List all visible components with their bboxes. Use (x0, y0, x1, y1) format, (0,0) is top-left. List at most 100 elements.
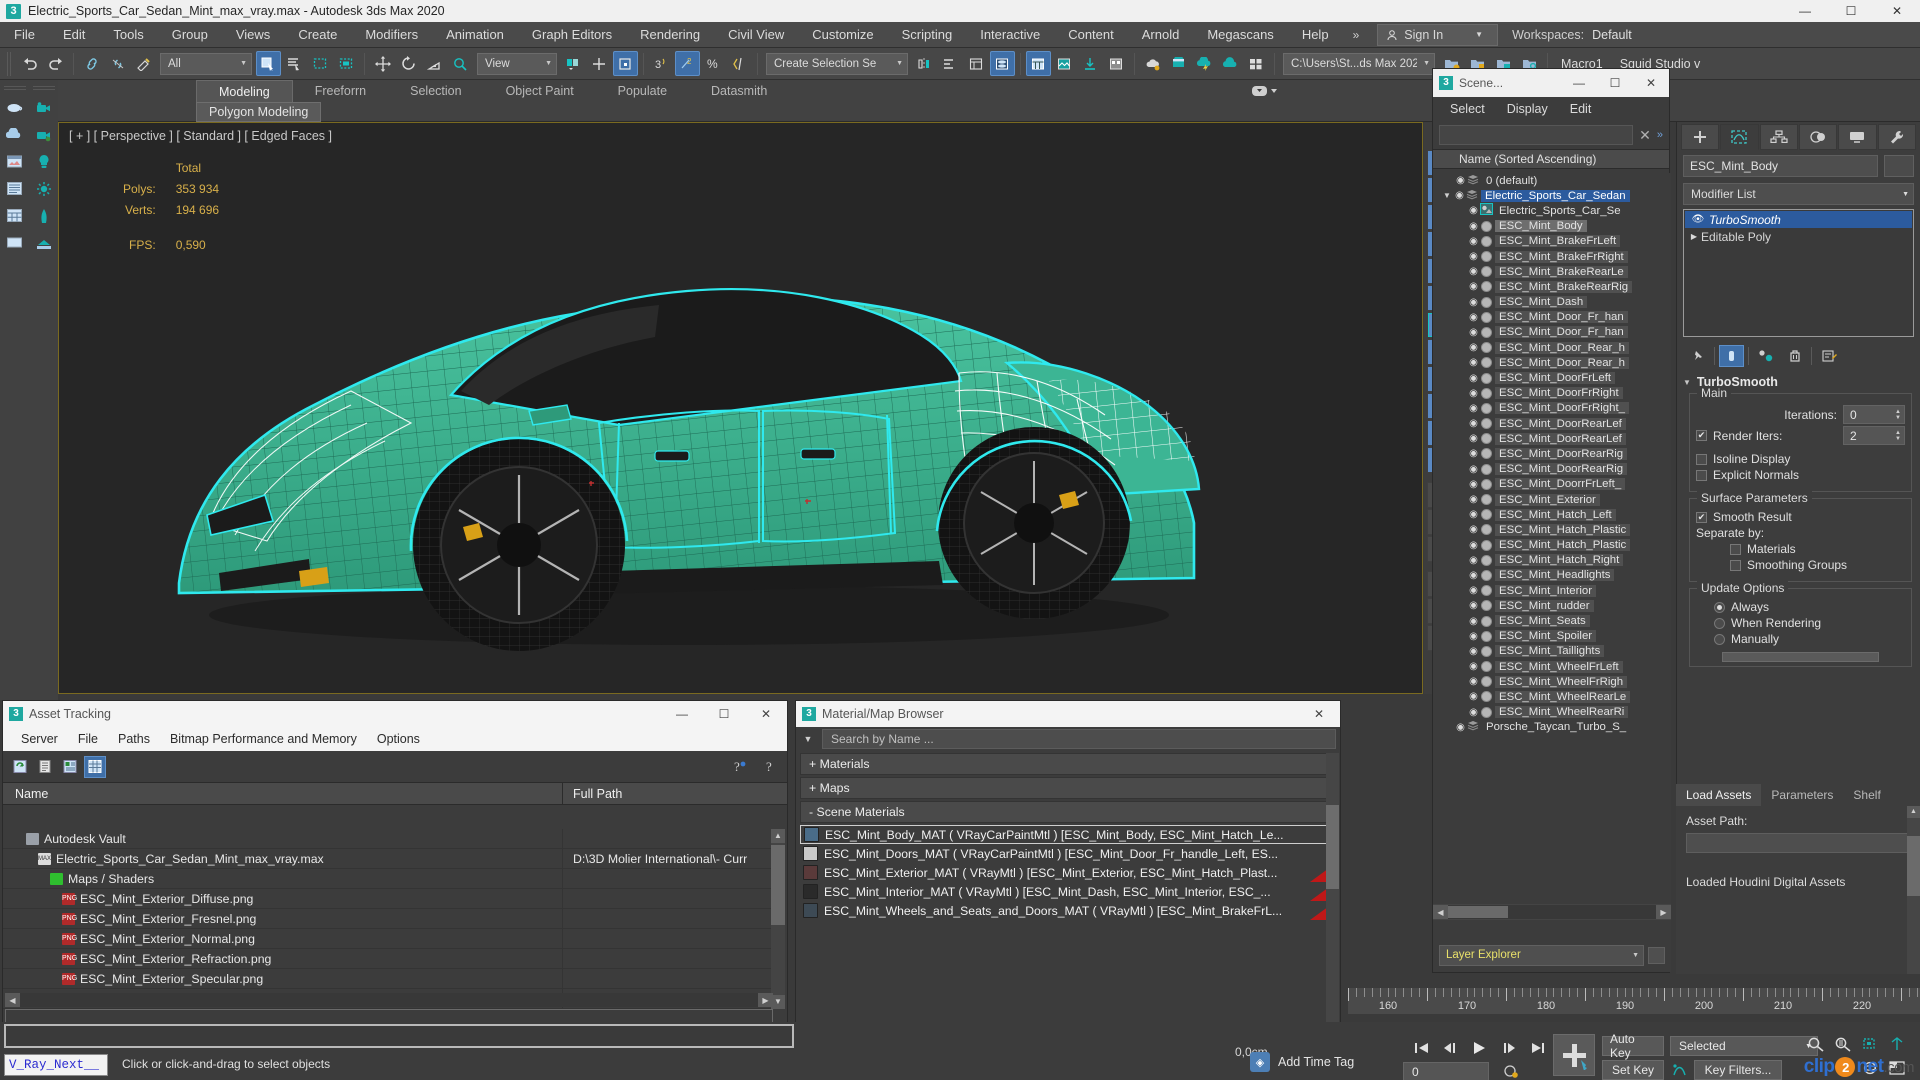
scene-list-item[interactable]: ◉ ESC_Mint_BrakeFrLeft (1433, 234, 1671, 249)
asset-table-row[interactable]: PNG ESC_Mint_Exterior_Diffuse.png (3, 888, 773, 909)
section-materials[interactable]: + Materials (800, 753, 1336, 775)
previous-frame-button[interactable] (1439, 1038, 1463, 1058)
sign-in-button[interactable]: Sign In ▼ (1377, 23, 1499, 46)
about-icon[interactable]: ? (759, 756, 781, 778)
scene-list-item[interactable]: ◉ ESC_Mint_WheelRearLe (1433, 689, 1671, 704)
scene-close-button[interactable]: ✕ (1633, 69, 1669, 97)
scene-menu-select[interactable]: Select (1439, 102, 1496, 116)
camera-icon[interactable] (31, 95, 56, 120)
chevron-down-icon[interactable]: ▼ (800, 734, 816, 744)
angle-snap-toggle-icon[interactable]: 3 (649, 51, 674, 76)
eye-icon[interactable]: ◉ (1453, 190, 1466, 201)
scene-list-item[interactable]: ◉ ESC_Mint_WheelFrLeft (1433, 659, 1671, 674)
eye-icon[interactable]: ◉ (1467, 418, 1480, 429)
next-frame-button[interactable] (1497, 1038, 1521, 1058)
eye-icon[interactable]: ◉ (1467, 479, 1480, 490)
eye-icon[interactable]: ◉ (1467, 676, 1480, 687)
scene-list-item[interactable]: ◉ ESC_Mint_Door_Fr_han (1433, 310, 1671, 325)
eye-icon[interactable]: ◉ (1467, 433, 1480, 444)
select-and-move-icon[interactable] (370, 51, 395, 76)
scene-list-item[interactable]: ◉ ESC_Mint_Spoiler (1433, 629, 1671, 644)
ribbon-options-dropdown[interactable] (1250, 83, 1280, 104)
bind-to-space-warp-icon[interactable] (131, 51, 156, 76)
material-vscrollbar[interactable] (1326, 753, 1339, 1033)
render-window-icon[interactable] (2, 149, 27, 174)
scene-minimize-button[interactable]: — (1561, 69, 1597, 97)
eye-icon[interactable]: ◉ (1467, 464, 1480, 475)
scene-list-item[interactable]: ◉ ESC_Mint_BrakeFrRight (1433, 249, 1671, 264)
scene-list-item[interactable]: ◉ Electric_Sports_Car_Se (1433, 203, 1671, 218)
eye-icon[interactable]: ◉ (1467, 448, 1480, 459)
physical-camera-icon[interactable] (31, 122, 56, 147)
hair-and-fur-icon[interactable] (31, 203, 56, 228)
rectangular-selection-region-icon[interactable] (308, 51, 333, 76)
scroll-thumb[interactable] (1907, 836, 1920, 896)
menu-civil-view[interactable]: Civil View (714, 22, 798, 48)
select-and-scale-icon[interactable] (422, 51, 447, 76)
set-key-toggle-button[interactable]: Set Key (1602, 1060, 1664, 1080)
project-folder-combo[interactable]: C:\Users\St...ds Max 2020 ▼ (1283, 52, 1435, 75)
field-of-view-icon[interactable] (1888, 1036, 1906, 1052)
select-and-place-icon[interactable] (448, 51, 473, 76)
stack-item-turbosmooth[interactable]: 👁 TurboSmooth (1685, 211, 1912, 228)
scene-list-item[interactable]: ◉ ESC_Mint_Exterior (1433, 492, 1671, 507)
asset-vscrollbar[interactable]: ▲ ▼ (771, 829, 785, 1009)
eye-icon[interactable]: ◉ (1467, 373, 1480, 384)
edit-named-selection-icon[interactable] (727, 51, 752, 76)
eye-icon[interactable]: ◉ (1467, 691, 1480, 702)
eye-icon[interactable]: ◉ (1467, 570, 1480, 581)
scene-list-item[interactable]: ◉ ESC_Mint_WheelRearRi (1433, 705, 1671, 720)
auto-key-button[interactable]: Auto Key (1602, 1032, 1664, 1060)
asset-table-rows[interactable]: Autodesk Vault MAX Electric_Sports_Car_Sed… (3, 829, 773, 1009)
toolbar-grip[interactable] (7, 51, 13, 76)
asset-table-row[interactable]: PNG ESC_Mint_Exterior_Normal.png (3, 928, 773, 949)
selection-filter-combo[interactable]: All ▼ (160, 52, 252, 75)
key-filters-button[interactable]: Key Filters... (1694, 1060, 1782, 1080)
scene-list-item[interactable]: ◉ ESC_Mint_rudder (1433, 598, 1671, 613)
eye-icon[interactable]: ◉ (1467, 509, 1480, 520)
hscroll-track[interactable] (20, 993, 758, 1007)
redo-icon[interactable] (43, 51, 68, 76)
scene-list-item[interactable]: ◉ ESC_Mint_Hatch_Plastic (1433, 538, 1671, 553)
scene-menu-display[interactable]: Display (1496, 102, 1559, 116)
scroll-right-icon[interactable]: ▶ (1656, 905, 1671, 919)
tab-hierarchy[interactable] (1759, 124, 1798, 150)
toolbar-grip[interactable] (3, 84, 26, 90)
show-end-result-icon[interactable] (1719, 345, 1744, 367)
scene-list-item[interactable]: ◉ ESC_Mint_Body (1433, 219, 1671, 234)
current-frame-field[interactable]: 0 (1403, 1062, 1489, 1080)
eye-icon[interactable]: ◉ (1467, 585, 1480, 596)
update-when-rendering-radio[interactable] (1714, 617, 1725, 629)
scroll-thumb[interactable] (1326, 805, 1339, 889)
asset-menu-bitmap-performance[interactable]: Bitmap Performance and Memory (160, 732, 367, 746)
material-list-item[interactable]: ESC_Mint_Exterior_MAT ( VRayMtl ) [ESC_M… (800, 863, 1336, 882)
asset-table-row[interactable]: Maps / Shaders (3, 868, 773, 889)
eye-icon[interactable]: ◉ (1454, 722, 1467, 733)
snaps-toggle-icon[interactable] (613, 51, 638, 76)
sun-positioner-icon[interactable] (31, 176, 56, 201)
isoline-display-checkbox[interactable] (1696, 453, 1707, 465)
open-asset-tracking-icon[interactable] (1166, 51, 1191, 76)
ribbon-tab-selection[interactable]: Selection (388, 80, 483, 102)
scroll-right-icon[interactable]: ▶ (758, 993, 773, 1007)
section-scene-materials[interactable]: - Scene Materials (800, 801, 1336, 823)
menu-animation[interactable]: Animation (432, 22, 518, 48)
eye-icon[interactable]: ◉ (1467, 494, 1480, 505)
asset-path-input[interactable] (1686, 833, 1910, 853)
reference-coordinate-combo[interactable]: View ▼ (477, 52, 557, 75)
grid-view-icon[interactable] (84, 755, 106, 778)
scroll-up-icon[interactable]: ▲ (1907, 806, 1920, 818)
menu-megascans[interactable]: Megascans (1193, 22, 1287, 48)
expand-options-icon[interactable]: » (1657, 129, 1663, 141)
refresh-icon[interactable] (9, 756, 31, 778)
menu-overflow-icon[interactable]: » (1343, 28, 1370, 42)
ribbon-tab-freeform[interactable]: Freeforrn (293, 80, 388, 102)
material-editor-icon[interactable] (1026, 51, 1051, 76)
eye-icon[interactable]: ◉ (1467, 327, 1480, 338)
eye-icon[interactable]: ◉ (1467, 357, 1480, 368)
asset-close-button[interactable]: ✕ (745, 701, 787, 727)
asset-menu-server[interactable]: Server (11, 732, 68, 746)
scene-menu-edit[interactable]: Edit (1559, 102, 1603, 116)
scene-explorer-list[interactable]: ◉ 0 (default) ▼ ◉ Electric_Sports_Car_Sedan ◉… (1433, 173, 1671, 943)
section-maps[interactable]: + Maps (800, 777, 1336, 799)
